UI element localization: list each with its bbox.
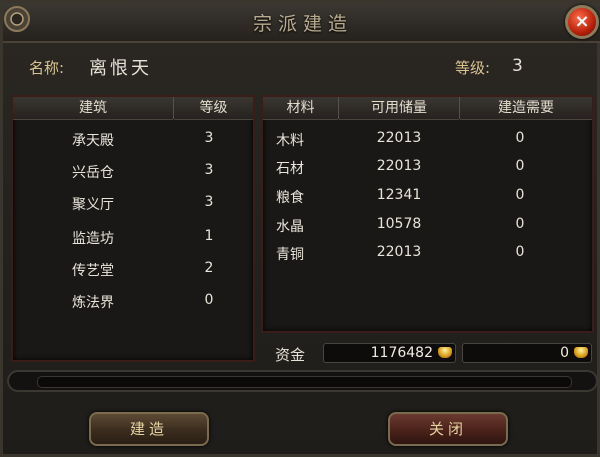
building-name[interactable]: 传艺堂 xyxy=(13,260,173,280)
building-name[interactable]: 监造坊 xyxy=(13,228,173,248)
funds-available-box: 1176482 xyxy=(323,343,456,363)
material-need: 0 xyxy=(515,187,525,203)
gold-ingot-icon xyxy=(574,347,588,358)
building-level: 1 xyxy=(204,228,214,244)
buildings-panel: 建筑 等级 承天殿 3 兴岳仓 3 聚义厅 3 监造坊 1 传艺堂 2 炼法界 … xyxy=(11,95,255,362)
material-stock: 22013 xyxy=(376,130,422,146)
gold-ingot-icon xyxy=(438,347,452,358)
material-need: 0 xyxy=(515,244,525,260)
material-stock: 10578 xyxy=(376,216,422,232)
material-name: 水晶 xyxy=(276,219,304,235)
building-name[interactable]: 兴岳仓 xyxy=(13,162,173,182)
progress-bar xyxy=(7,370,598,392)
sect-build-window: 宗派建造 × 名称: 离恨天 等级: 3 建筑 等级 承天殿 3 兴岳仓 3 聚… xyxy=(0,0,600,457)
header-building: 建筑 xyxy=(13,97,173,120)
funds-required: 0 xyxy=(560,345,569,361)
material-name: 粮食 xyxy=(276,190,304,206)
material-name: 石材 xyxy=(276,161,304,177)
close-icon[interactable]: × xyxy=(565,5,599,39)
name-label: 名称: xyxy=(29,59,65,77)
header-building-level: 等级 xyxy=(174,97,253,120)
building-level: 2 xyxy=(204,260,214,276)
funds-available: 1176482 xyxy=(370,345,433,361)
building-level: 3 xyxy=(204,130,214,146)
material-stock: 12341 xyxy=(376,187,422,203)
building-level: 3 xyxy=(204,194,214,210)
building-level: 3 xyxy=(204,162,214,178)
building-level: 0 xyxy=(204,292,214,308)
title-bar[interactable]: 宗派建造 × xyxy=(3,3,600,43)
material-need: 0 xyxy=(515,158,525,174)
sect-name: 离恨天 xyxy=(89,58,152,79)
material-need: 0 xyxy=(515,216,525,232)
close-button[interactable]: 关闭 xyxy=(388,412,508,446)
material-stock: 22013 xyxy=(376,158,422,174)
material-need: 0 xyxy=(515,130,525,146)
header-material: 材料 xyxy=(263,97,338,120)
material-stock: 22013 xyxy=(376,244,422,260)
build-button[interactable]: 建造 xyxy=(89,412,209,446)
materials-panel: 材料 可用储量 建造需要 木料 22013 0 石材 22013 0 粮食 12… xyxy=(261,95,594,333)
level-label: 等级: xyxy=(455,59,491,77)
building-name[interactable]: 炼法界 xyxy=(13,292,173,312)
funds-label: 资金 xyxy=(275,346,306,364)
progress-track xyxy=(37,376,572,388)
sect-level: 3 xyxy=(512,56,523,76)
building-name[interactable]: 承天殿 xyxy=(13,130,173,150)
building-name[interactable]: 聚义厅 xyxy=(13,194,173,214)
header-stock: 可用储量 xyxy=(339,97,459,120)
window-title: 宗派建造 xyxy=(252,13,353,35)
funds-required-box: 0 xyxy=(462,343,592,363)
material-name: 木料 xyxy=(276,133,304,149)
header-need: 建造需要 xyxy=(460,97,592,120)
material-name: 青铜 xyxy=(276,247,304,263)
